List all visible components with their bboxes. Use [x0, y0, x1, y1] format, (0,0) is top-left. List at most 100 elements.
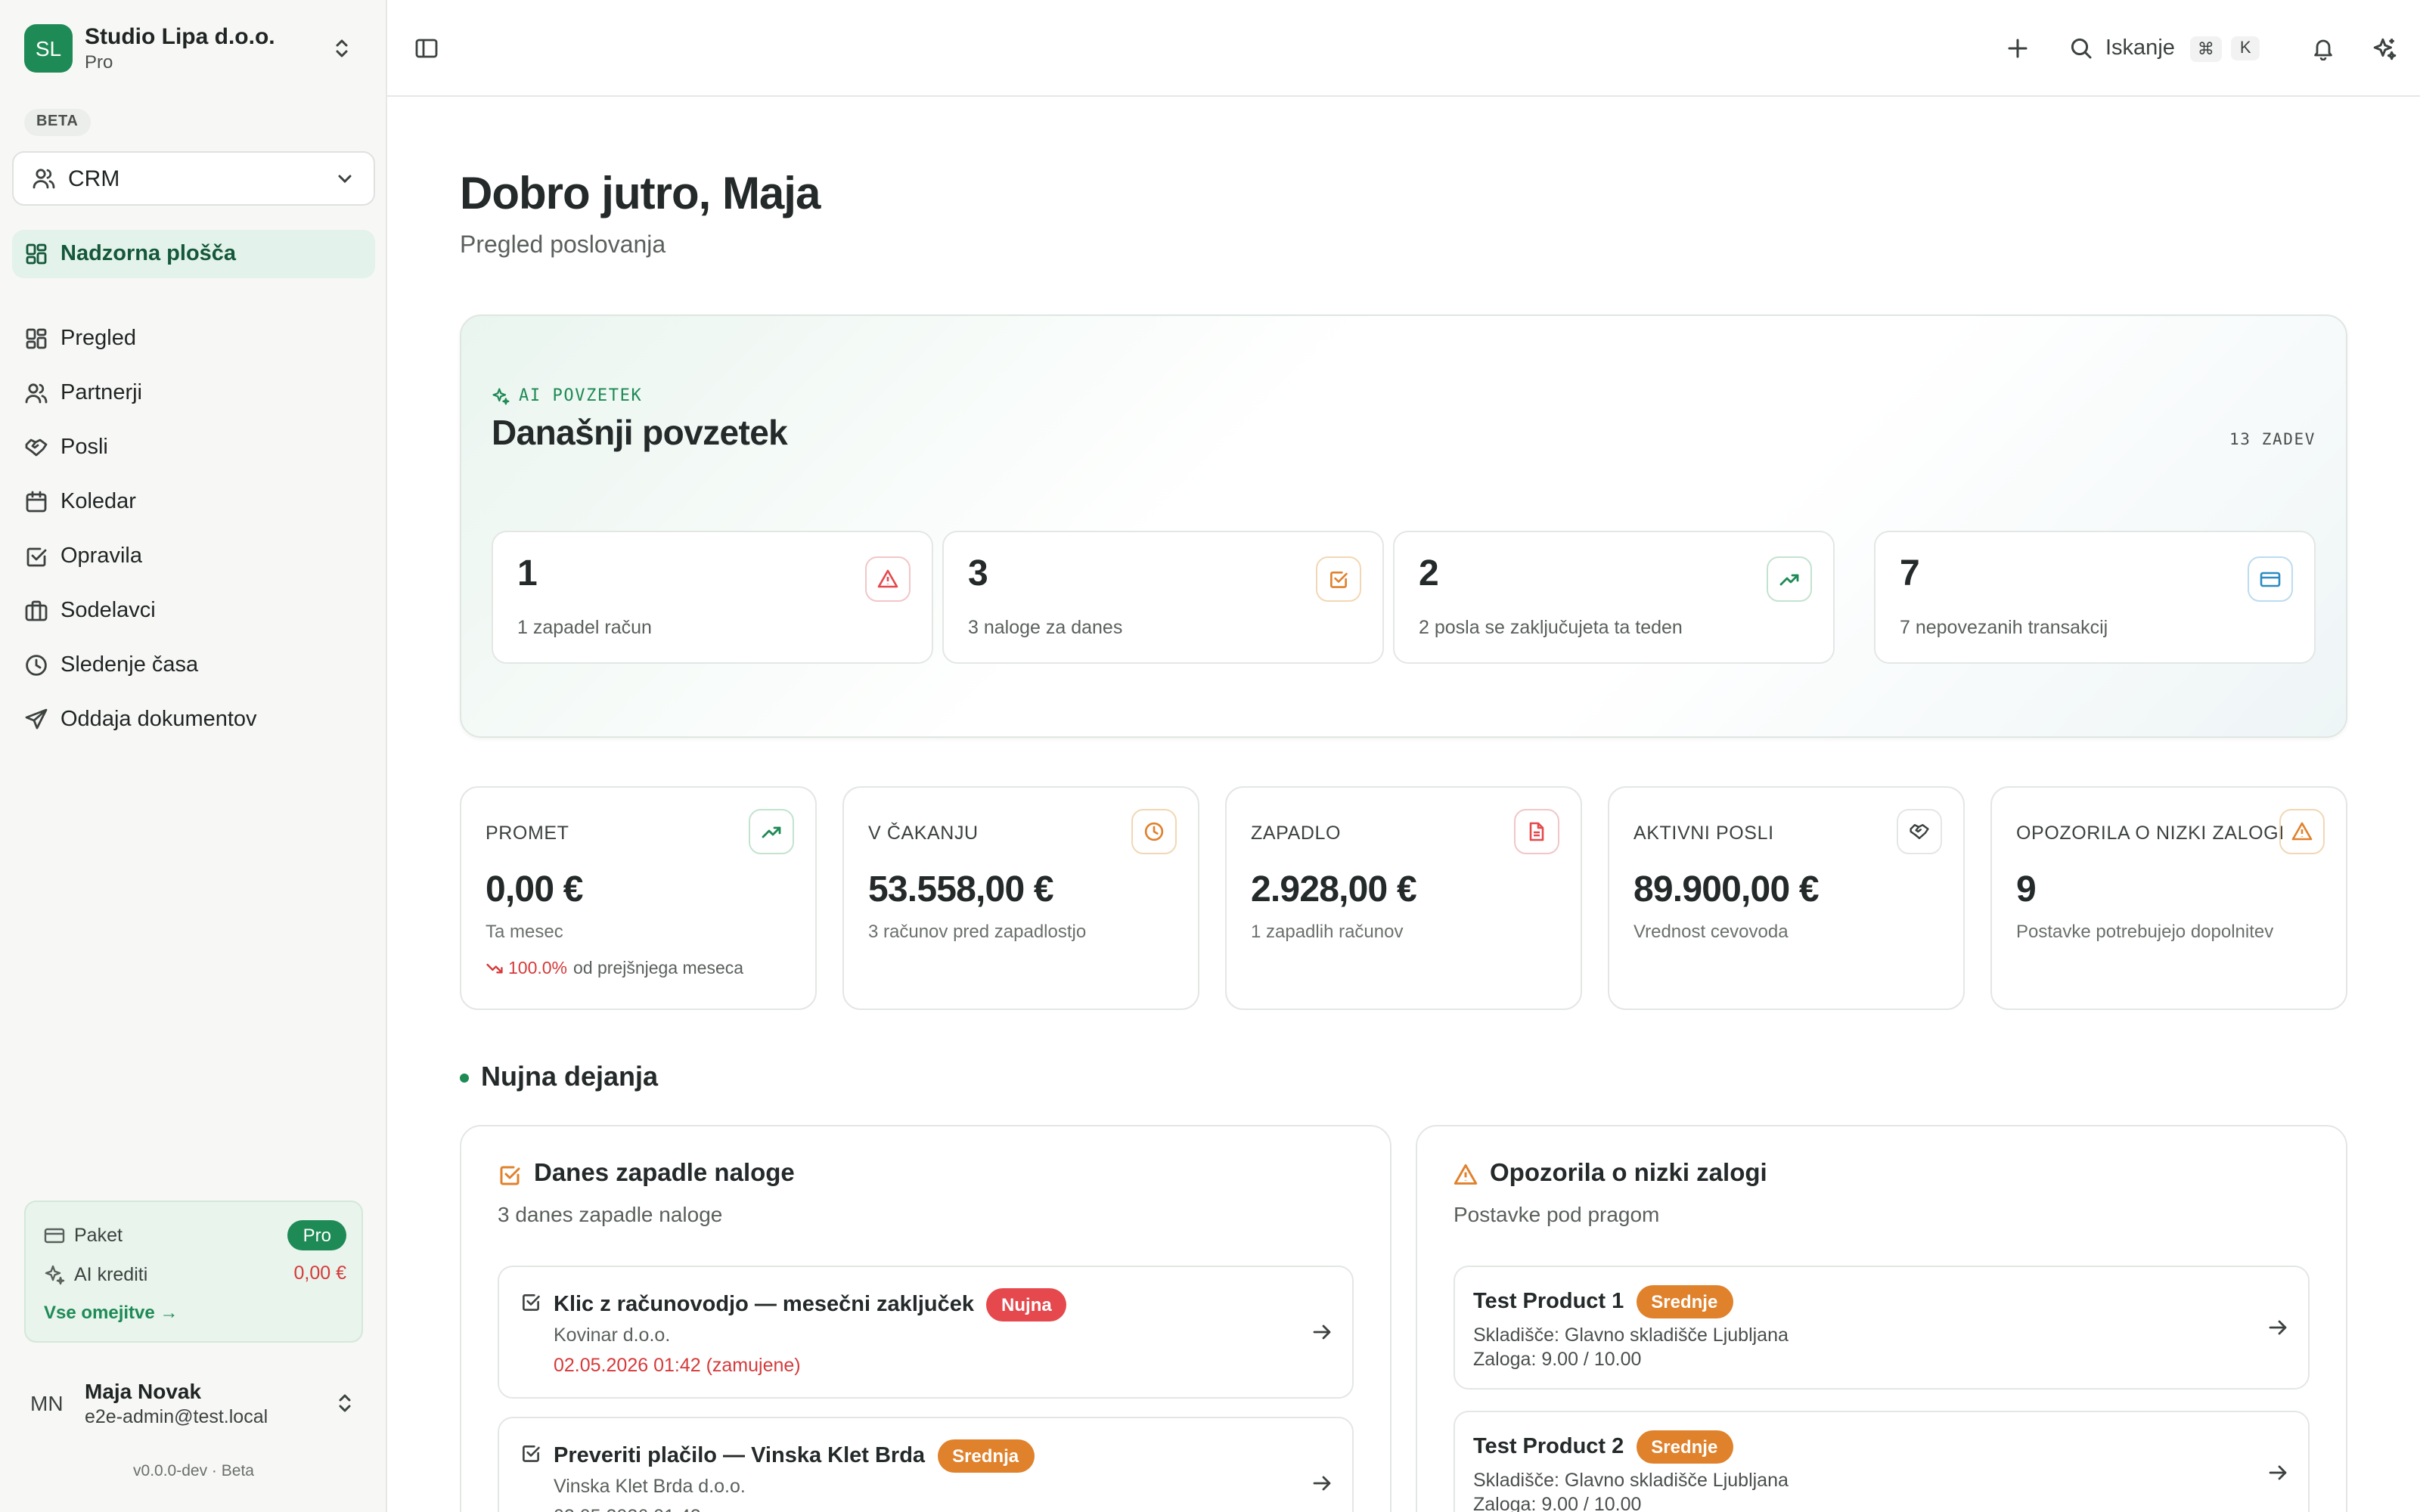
bell-icon	[2314, 39, 2332, 60]
sidebar: SL Studio Lipa d.o.o. Pro BETA CRM Nadzo…	[0, 0, 387, 1512]
nav-item-colleagues[interactable]: Sodelavci	[12, 587, 375, 635]
nav-item-deals[interactable]: Posli	[12, 423, 375, 472]
credits-row: AI krediti 0,00 €	[44, 1259, 346, 1290]
sparkles-icon	[2372, 37, 2396, 60]
ai-tile-text: 1 zapadel račun	[517, 617, 652, 638]
credit-card-icon	[2248, 556, 2293, 602]
module-select[interactable]: CRM	[12, 151, 375, 206]
product-stock: Zaloga: 9.00 / 10.00	[1473, 1349, 1642, 1370]
task-title-text: Klic z računovodjo — mesečni zaključek	[554, 1293, 975, 1317]
product-warehouse: Skladišče: Glavno skladišče Ljubljana	[1473, 1325, 1789, 1346]
module-select-value: CRM	[68, 166, 120, 191]
nav-item-tasks[interactable]: Opravila	[12, 532, 375, 581]
send-icon	[25, 708, 48, 730]
kpi-subtext: 1 zapadlih računov	[1251, 921, 1404, 942]
all-limits-link[interactable]: Vse omejitve →	[44, 1302, 178, 1323]
page-title: Dobro jutro, Maja	[460, 169, 821, 219]
task-row[interactable]: Preveriti plačilo — Vinska Klet Brda Sre…	[498, 1417, 1354, 1512]
kpi-overdue[interactable]: ZAPADLO 2.928,00 € 1 zapadlih računov	[1225, 786, 1582, 1010]
kpi-value: 2.928,00 €	[1251, 869, 1417, 910]
user-name: Maja Novak	[85, 1379, 202, 1403]
nav-item-calendar[interactable]: Koledar	[12, 478, 375, 526]
search-button[interactable]: Iskanje ⌘ K	[2069, 30, 2260, 67]
product-warehouse: Skladišče: Glavno skladišče Ljubljana	[1473, 1470, 1789, 1491]
user-menu[interactable]: MN Maja Novak e2e-admin@test.local	[24, 1376, 363, 1430]
org-name: Studio Lipa d.o.o.	[85, 23, 275, 49]
stock-row[interactable]: Test Product 2 Srednje Skladišče: Glavno…	[1454, 1411, 2310, 1512]
ai-tile-number: 3	[968, 553, 988, 594]
stock-row[interactable]: Test Product 1 Srednje Skladišče: Glavno…	[1454, 1266, 2310, 1390]
urgent-actions-title: Nujna dejanja	[481, 1061, 659, 1092]
kpi-pending[interactable]: V ČAKANJU 53.558,00 € 3 računov pred zap…	[842, 786, 1199, 1010]
kpi-revenue[interactable]: PROMET 0,00 € Ta mesec 100.0% od prejšnj…	[460, 786, 817, 1010]
shortcut-mod: ⌘	[2189, 36, 2222, 61]
kpi-value: 53.558,00 €	[868, 869, 1054, 910]
check-square-icon	[26, 547, 47, 567]
ai-tile-overdue-invoices[interactable]: 1 1 zapadel račun	[492, 531, 933, 664]
nav-item-time-tracking[interactable]: Sledenje časa	[12, 641, 375, 689]
ai-tile-unlinked-transactions[interactable]: 7 7 nepovezanih transakcij	[1874, 531, 2316, 664]
stock-level-badge: Srednje	[1636, 1285, 1733, 1318]
stock-level-badge: Srednje	[1636, 1430, 1733, 1464]
ai-summary-card: AI POVZETEK Današnji povzetek 13 ZADEV 1…	[460, 314, 2347, 738]
plan-row: Paket Pro	[44, 1220, 346, 1250]
ai-assistant-button[interactable]	[2369, 33, 2399, 64]
toggle-sidebar-button[interactable]	[411, 33, 442, 64]
kpi-trend-percent: 100.0%	[508, 960, 568, 978]
users-icon	[25, 383, 48, 404]
kpi-label: PROMET	[486, 823, 569, 844]
arrow-right-icon	[1313, 1476, 1331, 1491]
product-name: Test Product 1 Srednje	[1473, 1285, 1733, 1318]
search-label: Iskanje	[2105, 36, 2175, 60]
kpi-value: 89.900,00 €	[1634, 869, 1820, 910]
task-row[interactable]: Klic z računovodjo — mesečni zaključek N…	[498, 1266, 1354, 1399]
credits-value: 0,00 €	[293, 1263, 346, 1284]
low-stock-subtitle: Postavke pod pragom	[1454, 1202, 1660, 1226]
layout-grid-icon	[26, 243, 47, 265]
ai-tile-deals-closing[interactable]: 2 2 posla se zaključujeta ta teden	[1393, 531, 1835, 664]
calendar-icon	[26, 491, 47, 513]
nav-item-dashboard[interactable]: Nadzorna plošča	[12, 230, 375, 278]
create-button[interactable]	[2003, 33, 2033, 64]
product-name: Test Product 2 Srednje	[1473, 1430, 1733, 1464]
nav-item-document-submission[interactable]: Oddaja dokumentov	[12, 696, 375, 744]
status-dot	[460, 1073, 469, 1082]
clock-icon	[26, 655, 47, 676]
plus-icon	[2008, 39, 2028, 58]
ai-tile-number: 7	[1900, 553, 1920, 594]
clock-icon	[1131, 809, 1177, 854]
nav-item-overview[interactable]: Pregled	[12, 314, 375, 363]
ai-tile-tasks-today[interactable]: 3 3 naloge za danes	[942, 531, 1384, 664]
ai-tile-number: 1	[517, 553, 538, 594]
topbar: Iskanje ⌘ K	[387, 0, 2420, 97]
kpi-trend: 100.0% od prejšnjega meseca	[486, 960, 743, 978]
notifications-button[interactable]	[2308, 33, 2338, 64]
alert-triangle-icon	[1454, 1163, 1478, 1184]
plan-badge: Pro	[287, 1220, 346, 1250]
nav-item-label: Nadzorna plošča	[60, 242, 237, 266]
page-subtitle: Pregled poslovanja	[460, 233, 666, 259]
handshake-icon	[25, 438, 48, 457]
chevrons-up-down-icon	[336, 39, 348, 57]
user-email: e2e-admin@test.local	[85, 1406, 268, 1427]
kpi-low-stock[interactable]: OPOZORILA O NIZKI ZALOGI 9 Postavke potr…	[1990, 786, 2347, 1010]
ai-summary-count: 13 ZADEV	[2229, 431, 2316, 449]
org-switcher[interactable]: SL Studio Lipa d.o.o. Pro	[24, 23, 363, 73]
handshake-icon	[1897, 809, 1942, 854]
low-stock-title-text: Opozorila o nizki zalogi	[1490, 1160, 1767, 1187]
nav-item-label: Opravila	[60, 544, 142, 569]
kpi-label: OPOZORILA O NIZKI ZALOGI	[2016, 823, 2285, 844]
nav-item-label: Sledenje časa	[60, 653, 199, 677]
kpi-active-deals[interactable]: AKTIVNI POSLI 89.900,00 € Vrednost cevov…	[1608, 786, 1965, 1010]
nav-item-partners[interactable]: Partnerji	[12, 369, 375, 417]
nav-item-label: Sodelavci	[60, 599, 156, 623]
kpi-subtext: Ta mesec	[486, 921, 563, 942]
version-label: v0.0.0-dev · Beta	[133, 1462, 254, 1480]
nav-item-label: Pregled	[60, 327, 136, 351]
ai-tile-number: 2	[1419, 553, 1439, 594]
sparkles-icon	[492, 387, 510, 404]
user-avatar: MN	[30, 1391, 64, 1415]
priority-badge: Srednja	[937, 1439, 1035, 1473]
kpi-label: AKTIVNI POSLI	[1634, 823, 1774, 844]
task-title: Klic z računovodjo — mesečni zaključek N…	[554, 1288, 1067, 1321]
